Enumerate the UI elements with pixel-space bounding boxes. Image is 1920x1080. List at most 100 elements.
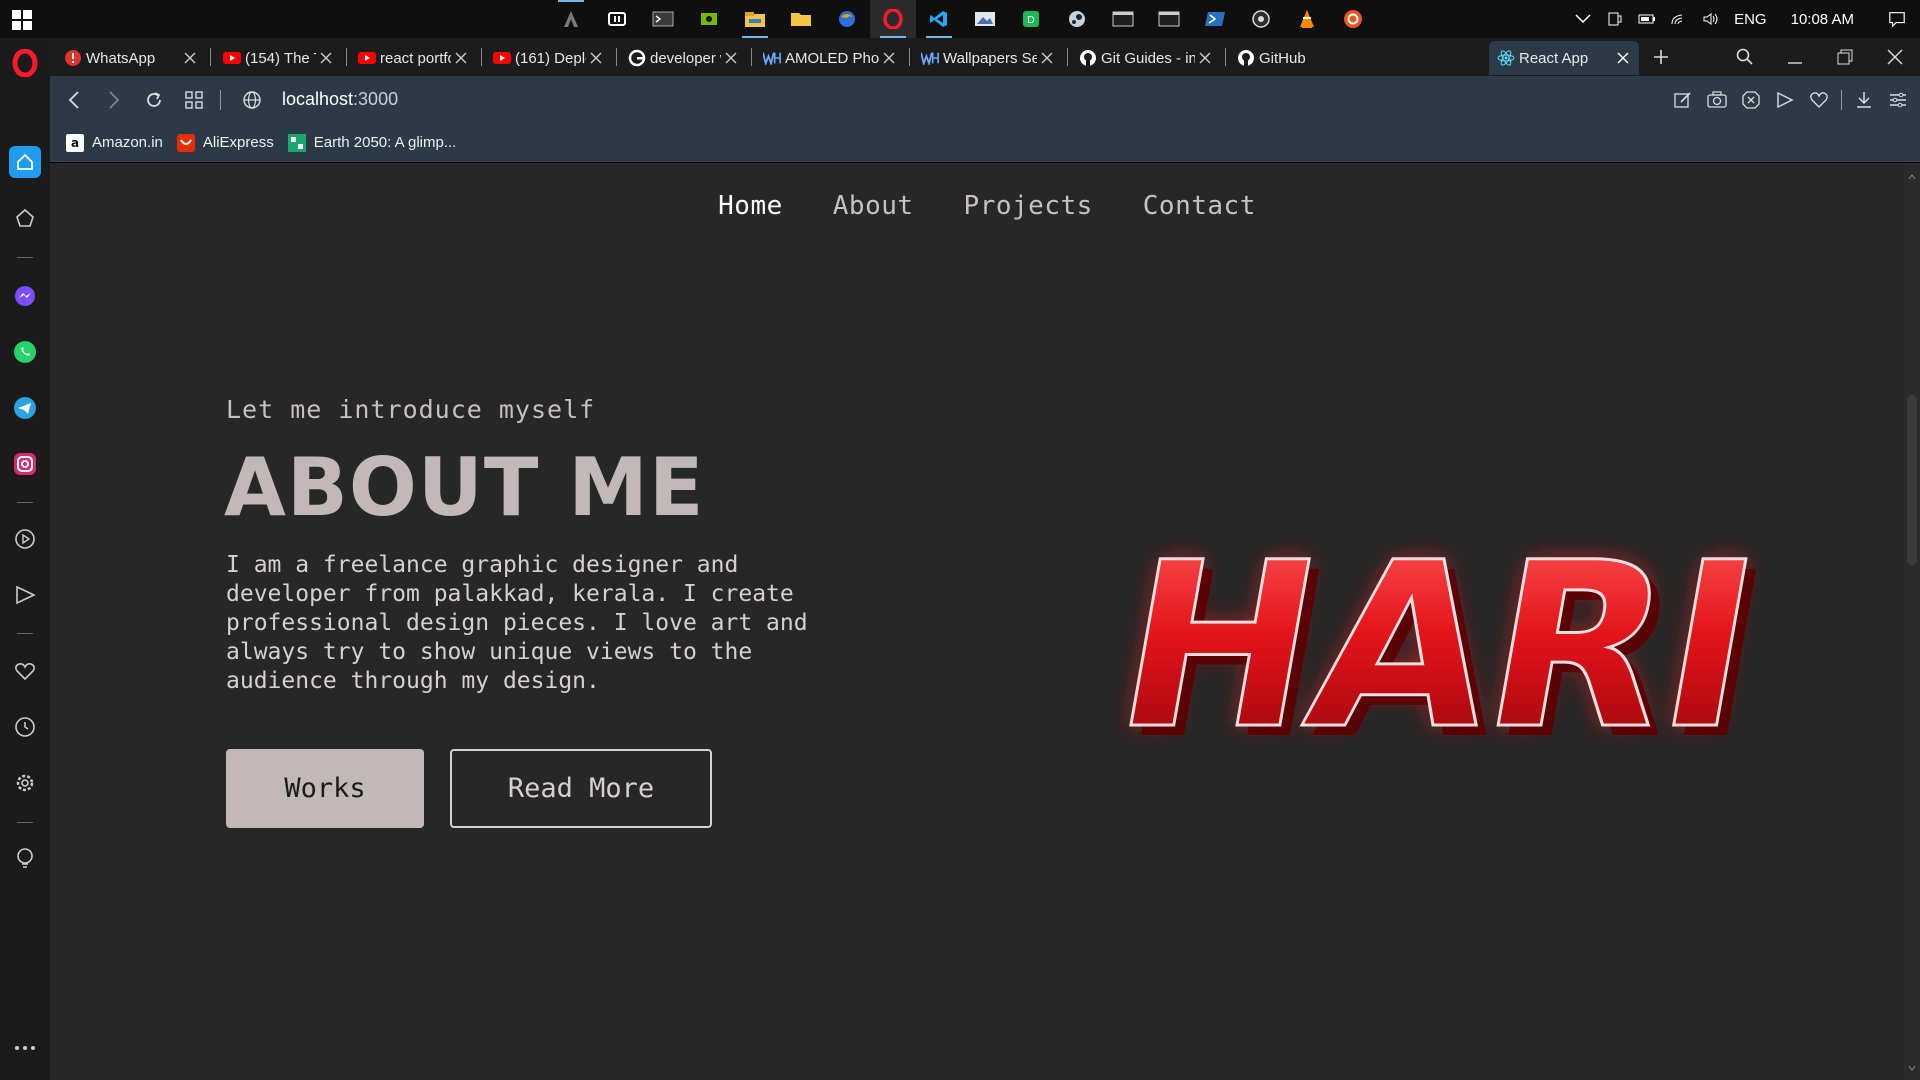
tab-whatsapp[interactable]: WhatsApp	[56, 41, 206, 75]
works-button[interactable]: Works	[226, 749, 424, 828]
clock[interactable]: 10:08 AM	[1791, 11, 1854, 28]
tab-youtube-1[interactable]: (154) The True	[215, 41, 342, 75]
home-icon[interactable]	[9, 146, 41, 178]
bookmark-aliexpress[interactable]: AliExpress	[176, 133, 274, 152]
battery-icon[interactable]	[1638, 10, 1656, 28]
notifications-icon[interactable]	[1888, 10, 1906, 28]
ubuntu-icon[interactable]	[1330, 0, 1376, 38]
close-tab-icon[interactable]	[721, 48, 741, 68]
close-tab-icon[interactable]	[451, 48, 471, 68]
media-icon[interactable]	[594, 0, 640, 38]
close-tab-icon[interactable]	[879, 48, 899, 68]
snapshot-edit-icon[interactable]	[1671, 88, 1695, 112]
tab-wallpapers[interactable]: Wallpapers Se	[913, 41, 1063, 75]
windows-start-icon[interactable]	[12, 10, 32, 30]
url-field[interactable]: localhost:3000	[282, 89, 398, 110]
bookmark-label: Amazon.in	[92, 134, 163, 151]
flow-send-icon[interactable]	[9, 579, 41, 611]
page-scrollbar[interactable]	[1904, 163, 1920, 1080]
vscode-icon[interactable]	[916, 0, 962, 38]
close-tab-icon[interactable]	[1195, 48, 1215, 68]
send-icon[interactable]	[1773, 88, 1797, 112]
wifi-icon[interactable]	[1670, 10, 1688, 28]
close-tab-icon[interactable]	[1037, 48, 1057, 68]
green-app-icon[interactable]: D	[1008, 0, 1054, 38]
vlc-icon[interactable]	[1284, 0, 1330, 38]
scroll-thumb[interactable]	[1907, 395, 1917, 565]
console-icon[interactable]	[1100, 0, 1146, 38]
tab-google[interactable]: developer wal	[620, 41, 747, 75]
pinboard-icon[interactable]	[9, 202, 41, 234]
tab-search-icon[interactable]	[1720, 38, 1770, 76]
back-arrow-icon[interactable]	[62, 88, 86, 112]
window-icon[interactable]	[1146, 0, 1192, 38]
nvidia-icon[interactable]	[686, 0, 732, 38]
download-icon[interactable]	[1852, 88, 1876, 112]
read-more-button[interactable]: Read More	[450, 749, 712, 828]
easy-setup-icon[interactable]	[1886, 88, 1910, 112]
steam-icon[interactable]	[1054, 0, 1100, 38]
close-tab-icon[interactable]	[316, 48, 336, 68]
file-explorer-icon[interactable]	[732, 0, 778, 38]
tiles-grid-icon[interactable]	[182, 88, 206, 112]
bookmark-earth2050[interactable]: Earth 2050: A glimp...	[287, 133, 456, 152]
bookmark-heart-icon[interactable]	[1807, 88, 1831, 112]
obs-icon[interactable]	[1238, 0, 1284, 38]
close-tab-icon[interactable]	[1613, 48, 1633, 68]
tab-youtube-3[interactable]: (161) Deploying	[485, 41, 612, 75]
close-tab-icon[interactable]	[586, 48, 606, 68]
device-icon[interactable]	[1606, 10, 1624, 28]
tab-separator	[346, 48, 347, 66]
terminal-icon[interactable]	[640, 0, 686, 38]
whatsapp-alert-favicon-icon	[64, 49, 82, 67]
instagram-icon[interactable]	[9, 448, 41, 480]
language-indicator[interactable]: ENG	[1734, 11, 1767, 28]
heart-icon[interactable]	[9, 655, 41, 687]
firefox-icon[interactable]	[824, 0, 870, 38]
volume-icon[interactable]	[1702, 10, 1720, 28]
messenger-icon[interactable]	[9, 280, 41, 312]
minimize-icon[interactable]	[1770, 38, 1820, 76]
lightbulb-icon[interactable]	[9, 843, 41, 875]
more-options-icon[interactable]	[9, 1032, 41, 1064]
whatsapp-icon[interactable]	[9, 336, 41, 368]
player-icon[interactable]	[9, 523, 41, 555]
nav-projects[interactable]: Projects	[964, 191, 1093, 221]
bookmark-amazon[interactable]: a Amazon.in	[66, 133, 163, 152]
powershell-icon[interactable]	[1192, 0, 1238, 38]
folder-icon[interactable]	[778, 0, 824, 38]
tab-separator	[1225, 48, 1226, 66]
earth2050-favicon-icon	[287, 133, 306, 152]
youtube-favicon-icon	[358, 49, 376, 67]
reload-icon[interactable]	[142, 88, 166, 112]
settings-gear-icon[interactable]	[9, 767, 41, 799]
nav-home[interactable]: Home	[718, 191, 783, 221]
scroll-up-icon[interactable]	[1908, 167, 1916, 185]
adblock-icon[interactable]	[1739, 88, 1763, 112]
new-tab-plus-icon[interactable]	[1650, 46, 1672, 68]
alienware-icon[interactable]	[548, 0, 594, 38]
tab-strip: WhatsApp (154) The True react portfolio …	[50, 38, 1920, 76]
tab-youtube-2[interactable]: react portfolio	[350, 41, 477, 75]
close-tab-icon[interactable]	[180, 48, 200, 68]
tab-git-guides[interactable]: Git Guides - in	[1071, 41, 1221, 75]
history-clock-icon[interactable]	[9, 711, 41, 743]
nav-about[interactable]: About	[833, 191, 914, 221]
windows-taskbar: D ENG 10:08 AM	[0, 0, 1920, 38]
photos-icon[interactable]	[962, 0, 1008, 38]
close-window-icon[interactable]	[1870, 38, 1920, 76]
chevron-up-icon[interactable]	[1574, 10, 1592, 28]
tab-react-app[interactable]: React App	[1489, 41, 1639, 75]
restore-icon[interactable]	[1820, 38, 1870, 76]
nav-contact[interactable]: Contact	[1143, 191, 1256, 221]
forward-arrow-icon[interactable]	[102, 88, 126, 112]
scroll-down-icon[interactable]	[1908, 1058, 1916, 1076]
opera-icon[interactable]	[870, 0, 916, 38]
globe-icon[interactable]	[240, 88, 264, 112]
camera-icon[interactable]	[1705, 88, 1729, 112]
tab-title: Wallpapers Se	[943, 49, 1037, 67]
opera-logo-icon[interactable]	[9, 47, 41, 79]
tab-amoled[interactable]: AMOLED Pho	[755, 41, 905, 75]
telegram-icon[interactable]	[9, 392, 41, 424]
intro-text: Let me introduce myself	[226, 395, 596, 424]
